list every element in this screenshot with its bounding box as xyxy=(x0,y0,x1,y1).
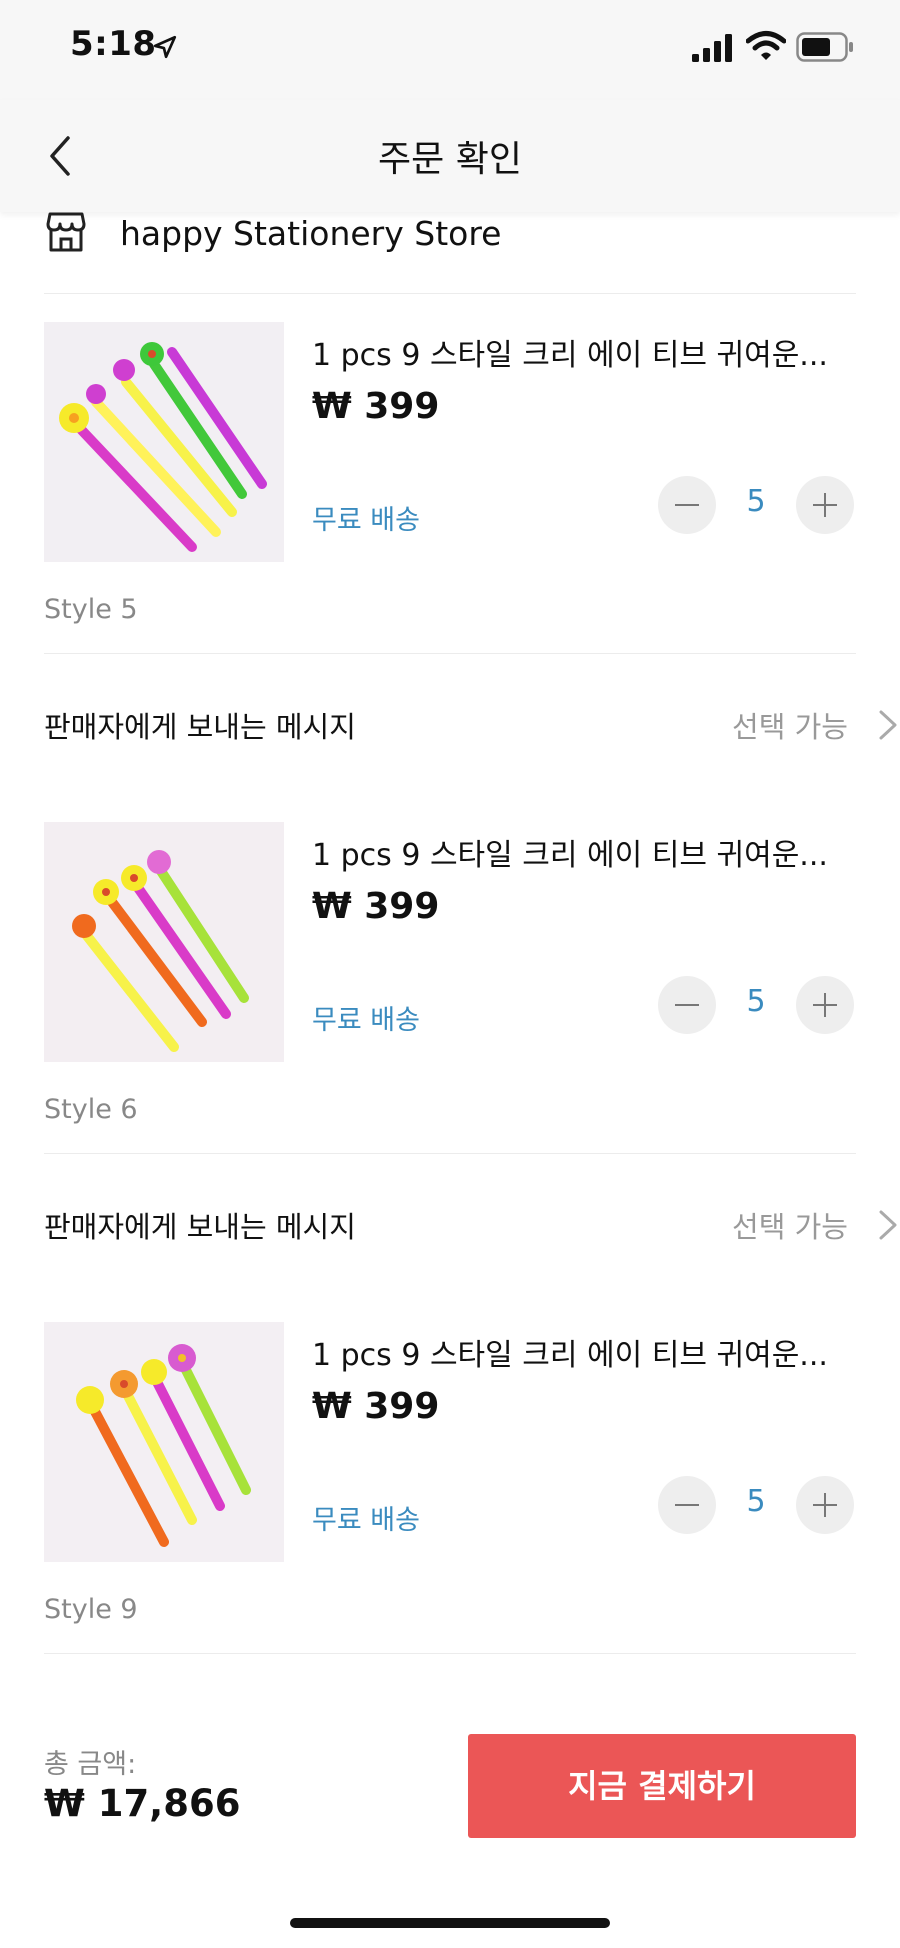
quantity-decrease-button[interactable] xyxy=(658,476,716,534)
total-label: 총 금액: xyxy=(44,1749,137,1780)
product-style-label: Style 9 xyxy=(44,1594,138,1625)
shipping-label: 무료 배송 xyxy=(312,1505,420,1536)
store-row[interactable]: happy Stationery Store xyxy=(44,210,856,294)
store-icon xyxy=(46,212,86,252)
seller-message-label: 판매자에게 보내는 메시지 xyxy=(44,710,356,744)
signal-icon xyxy=(692,34,732,62)
product-image[interactable] xyxy=(44,822,284,1062)
flower-pens-image xyxy=(44,1322,284,1562)
chevron-right-icon xyxy=(879,1210,897,1240)
shipping-label: 무료 배송 xyxy=(312,505,420,536)
seller-message-label: 판매자에게 보내는 메시지 xyxy=(44,1210,356,1244)
status-time: 5:18 xyxy=(70,24,157,64)
store-name: happy Stationery Store xyxy=(120,214,502,253)
home-indicator[interactable] xyxy=(290,1918,610,1928)
flower-pens-image xyxy=(44,822,284,1062)
product-style-label: Style 6 xyxy=(44,1094,138,1125)
product-image[interactable] xyxy=(44,1322,284,1562)
product-item: 1 pcs 9 스타일 크리 에이 티브 귀여운... ₩ 399 무료 배송 … xyxy=(44,294,856,654)
flower-pens-image xyxy=(44,322,284,562)
product-image[interactable] xyxy=(44,322,284,562)
seller-message-option: 선택 가능 xyxy=(732,1210,848,1244)
top-navigation-bar: 주문 확인 xyxy=(0,100,900,212)
product-title[interactable]: 1 pcs 9 스타일 크리 에이 티브 귀여운... xyxy=(312,1330,852,1374)
shipping-label: 무료 배송 xyxy=(312,1005,420,1036)
seller-message-option: 선택 가능 xyxy=(732,710,848,744)
wifi-icon xyxy=(746,31,786,60)
seller-message-row[interactable]: 판매자에게 보내는 메시지 선택 가능 xyxy=(44,1188,900,1268)
product-item: 1 pcs 9 스타일 크리 에이 티브 귀여운... ₩ 399 무료 배송 … xyxy=(44,1294,856,1654)
quantity-value: 5 xyxy=(746,1484,766,1519)
quantity-decrease-button[interactable] xyxy=(658,976,716,1034)
quantity-increase-button[interactable] xyxy=(796,476,854,534)
product-style-label: Style 5 xyxy=(44,594,138,625)
total-amount: ₩ 17,866 xyxy=(44,1782,241,1825)
product-price: ₩ 399 xyxy=(312,886,440,927)
quantity-value: 5 xyxy=(746,484,766,519)
quantity-increase-button[interactable] xyxy=(796,976,854,1034)
product-price: ₩ 399 xyxy=(312,386,440,427)
seller-message-row[interactable]: 판매자에게 보내는 메시지 선택 가능 xyxy=(44,688,900,768)
quantity-value: 5 xyxy=(746,984,766,1019)
location-arrow-icon xyxy=(153,35,177,59)
page-title: 주문 확인 xyxy=(378,139,522,180)
product-title[interactable]: 1 pcs 9 스타일 크리 에이 티브 귀여운... xyxy=(312,830,852,874)
product-price: ₩ 399 xyxy=(312,1386,440,1427)
checkout-footer: 총 금액: ₩ 17,866 지금 결제하기 xyxy=(0,1680,900,1948)
product-item: 1 pcs 9 스타일 크리 에이 티브 귀여운... ₩ 399 무료 배송 … xyxy=(44,794,856,1154)
product-title[interactable]: 1 pcs 9 스타일 크리 에이 티브 귀여운... xyxy=(312,330,852,374)
battery-icon xyxy=(796,32,853,62)
quantity-decrease-button[interactable] xyxy=(658,1476,716,1534)
pay-now-button[interactable]: 지금 결제하기 xyxy=(468,1734,856,1838)
quantity-increase-button[interactable] xyxy=(796,1476,854,1534)
status-bar: 5:18 xyxy=(0,0,900,100)
chevron-right-icon xyxy=(879,710,897,740)
